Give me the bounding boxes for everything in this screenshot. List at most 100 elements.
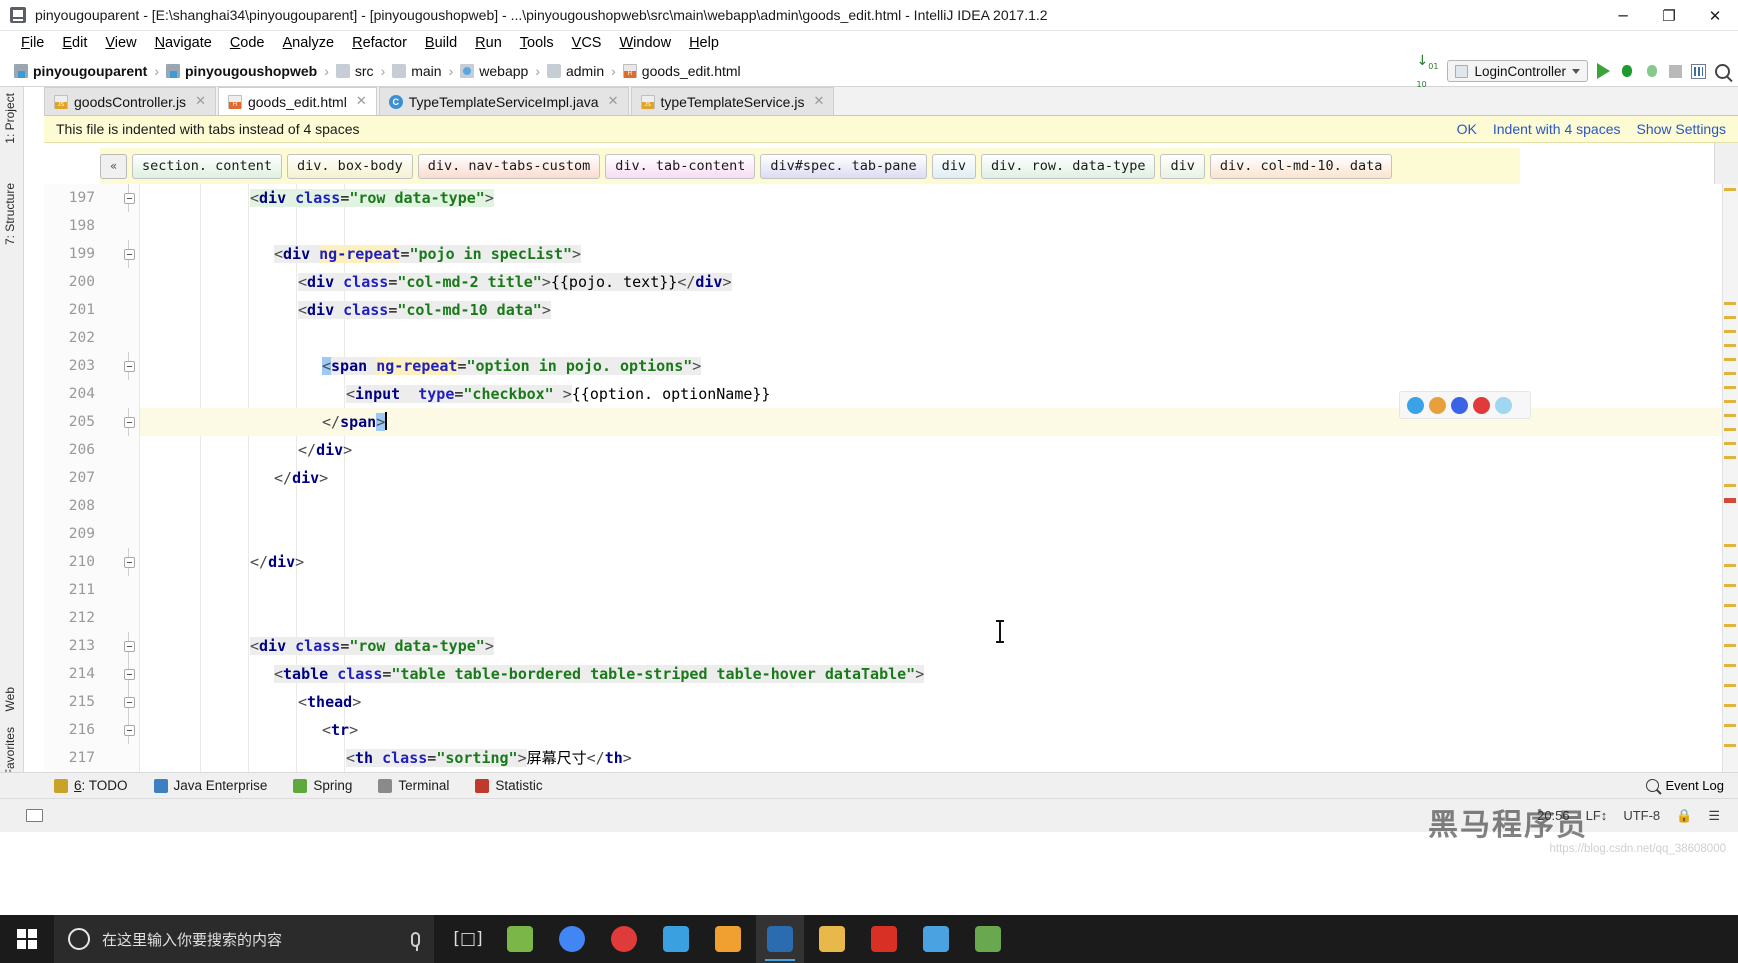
menu-item-file[interactable]: File (12, 33, 53, 53)
breadcrumb-item-pinyougouparent[interactable]: pinyougouparent (14, 63, 147, 79)
code-editor[interactable]: 197 198 199 200 201 202 203 204 205 206 207 208 209 2… (44, 184, 1738, 772)
tag-chip[interactable]: div (1160, 153, 1205, 179)
menu-item-navigate[interactable]: Navigate (146, 33, 221, 53)
code-line[interactable]: </div> (140, 548, 1738, 576)
bottom-tool-statistic[interactable]: Statistic (475, 778, 543, 793)
menu-item-code[interactable]: Code (221, 33, 274, 53)
taskbar-app-snipping-tool[interactable] (496, 915, 544, 963)
code-fold-toggle[interactable] (122, 548, 136, 576)
code-line[interactable]: <div class="row data-type"> (140, 632, 1738, 660)
code-line[interactable]: <div class="col-md-2 title">{{pojo. text… (140, 268, 1738, 296)
bottom-tool-spring[interactable]: Spring (293, 778, 352, 793)
menu-item-view[interactable]: View (96, 33, 145, 53)
code-line[interactable] (140, 324, 1738, 352)
tag-chip[interactable]: div. nav-tabs-custom (417, 153, 601, 179)
run-icon[interactable] (1597, 63, 1610, 79)
tag-chip[interactable]: section. content (132, 153, 283, 179)
run-with-coverage-icon[interactable] (1644, 63, 1660, 79)
editor-tab-typetemplateserviceimpl-java[interactable]: C TypeTemplateServiceImpl.java ✕ (378, 87, 629, 115)
close-icon[interactable]: ✕ (356, 94, 367, 109)
sidebar-item-project[interactable]: 1: Project (3, 93, 21, 144)
editor-tab-goods-edit-html[interactable]: goods_edit.html ✕ (217, 87, 377, 115)
code-fold-toggle[interactable] (122, 184, 136, 212)
code-line[interactable]: <table class="table table-bordered table… (140, 660, 1738, 688)
status-line-separator[interactable]: LF↕ (1586, 808, 1608, 823)
editor-marker-bar[interactable] (1722, 184, 1738, 772)
editor-gutter[interactable]: 197 198 199 200 201 202 203 204 205 206 207 208 209 2… (44, 184, 140, 772)
code-fold-toggle[interactable] (122, 352, 136, 380)
microphone-icon[interactable] (411, 931, 420, 951)
tag-chip[interactable]: div (931, 153, 977, 179)
tag-chip[interactable]: div. tab-content (605, 153, 756, 179)
code-fold-toggle[interactable] (122, 660, 136, 688)
notification-settings-link[interactable]: Show Settings (1637, 121, 1727, 137)
menu-item-run[interactable]: Run (466, 33, 511, 53)
start-button[interactable] (0, 915, 54, 963)
stop-icon[interactable] (1669, 64, 1682, 78)
code-line[interactable]: <th class="sorting">屏幕尺寸</th> (140, 744, 1738, 772)
breadcrumb-item-main[interactable]: main (392, 63, 442, 79)
menu-item-analyze[interactable]: Analyze (274, 33, 344, 53)
tag-chip[interactable]: div. col-md-10. data (1209, 153, 1393, 179)
tag-chip[interactable]: div. box-body (287, 153, 413, 179)
debug-icon[interactable] (1619, 63, 1635, 79)
code-line[interactable] (140, 604, 1738, 632)
code-line[interactable]: </div> (140, 436, 1738, 464)
bottom-tool-6--todo[interactable]: 6: TODO (54, 778, 128, 793)
sidebar-item-web[interactable]: Web (3, 687, 21, 711)
notification-indent-link[interactable]: Indent with 4 spaces (1493, 121, 1621, 137)
taskbar-app-intellij-idea[interactable] (756, 915, 804, 963)
taskbar-app-opera[interactable] (600, 915, 648, 963)
code-line[interactable] (140, 520, 1738, 548)
tag-chip[interactable]: div. row. data-type (981, 153, 1156, 179)
code-line[interactable]: <span ng-repeat="option in pojo. options… (140, 352, 1738, 380)
code-fold-toggle[interactable] (122, 716, 136, 744)
menu-item-help[interactable]: Help (680, 33, 728, 53)
code-line[interactable] (140, 576, 1738, 604)
code-line[interactable] (140, 212, 1738, 240)
breadcrumb-item-goods-edit-html[interactable]: goods_edit.html (622, 63, 741, 79)
taskbar-search-box[interactable]: 在这里输入你要搜索的内容 (54, 915, 434, 963)
database-icon[interactable] (1691, 63, 1706, 79)
taskbar-app-chrome[interactable] (548, 915, 596, 963)
download-update-icon[interactable]: ↓01 10 (1417, 53, 1439, 89)
sidebar-item-structure[interactable]: 7: Structure (3, 183, 21, 245)
status-encoding[interactable]: UTF-8 (1623, 808, 1660, 823)
lock-icon[interactable]: 🔒 (1676, 808, 1692, 824)
menu-item-edit[interactable]: Edit (53, 33, 96, 53)
close-button[interactable]: ✕ (1692, 0, 1738, 31)
code-line[interactable]: </div> (140, 464, 1738, 492)
breadcrumb-item-webapp[interactable]: webapp (460, 63, 528, 79)
task-view-icon[interactable]: [□] (444, 915, 492, 963)
close-icon[interactable]: ✕ (195, 94, 206, 109)
editor-tab-typetemplateservice-js[interactable]: typeTemplateService.js ✕ (630, 87, 835, 115)
code-line[interactable]: <tr> (140, 716, 1738, 744)
code-fold-toggle[interactable] (122, 688, 136, 716)
close-icon[interactable]: ✕ (813, 94, 824, 109)
toggle-tool-windows-button[interactable] (26, 809, 43, 822)
indent-icon[interactable]: ☰ (1708, 808, 1720, 824)
code-line[interactable]: <div class="col-md-10 data"> (140, 296, 1738, 324)
maximize-button[interactable]: ❐ (1646, 0, 1692, 31)
code-fold-toggle[interactable] (122, 240, 136, 268)
taskbar-app-feather-app[interactable] (912, 915, 960, 963)
code-text[interactable]: <div class="row data-type"> <div ng-repea… (140, 184, 1738, 772)
event-log-button[interactable]: Event Log (1646, 778, 1724, 793)
menu-item-tools[interactable]: Tools (511, 33, 563, 53)
taskbar-app-notes[interactable] (704, 915, 752, 963)
taskbar-app-pdf-reader[interactable] (860, 915, 908, 963)
code-line[interactable]: <div ng-repeat="pojo in specList"> (140, 240, 1738, 268)
taskbar-app-foxmail[interactable] (652, 915, 700, 963)
menu-item-refactor[interactable]: Refactor (343, 33, 416, 53)
taskbar-app-chart-app[interactable] (964, 915, 1012, 963)
breadcrumb-item-src[interactable]: src (335, 63, 374, 79)
menu-item-window[interactable]: Window (610, 33, 680, 53)
run-configuration-selector[interactable]: LoginController (1447, 60, 1588, 82)
code-fold-toggle[interactable] (122, 408, 136, 436)
code-line[interactable] (140, 492, 1738, 520)
code-line[interactable]: <div class="row data-type"> (140, 184, 1738, 212)
search-everywhere-icon[interactable] (1715, 63, 1730, 79)
breadcrumb-item-admin[interactable]: admin (546, 63, 604, 79)
bottom-tool-terminal[interactable]: Terminal (378, 778, 449, 793)
editor-tab-goodscontroller-js[interactable]: goodsController.js ✕ (44, 87, 216, 115)
